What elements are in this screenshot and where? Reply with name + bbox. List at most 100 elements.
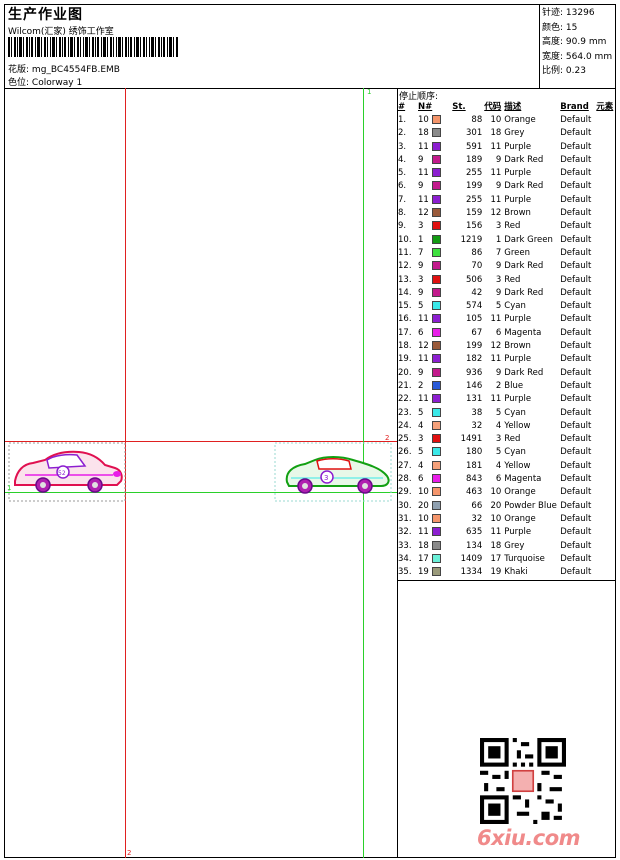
thread-row: 12. 9 70 9 Dark Red Default — [398, 260, 616, 273]
row-element — [596, 367, 616, 380]
row-brand: Default — [560, 208, 592, 219]
col-needle: N# — [418, 102, 433, 112]
thread-row: 11. 7 86 7 Green Default — [398, 247, 616, 260]
row-description: Red — [504, 221, 521, 232]
row-code: 20 — [490, 500, 502, 511]
row-index: 19. — [398, 354, 412, 365]
col-stitches: St. — [452, 102, 466, 112]
left-car: 52 — [14, 450, 123, 493]
row-element — [596, 220, 616, 233]
width-value: 564.0 mm — [565, 51, 613, 62]
row-stitches: 134 — [466, 540, 483, 551]
axis-label-top: 1 — [367, 88, 371, 96]
row-needle: 11 — [418, 354, 429, 365]
row-needle: 11 — [418, 141, 429, 152]
row-swatch — [432, 407, 452, 420]
color-swatch — [432, 394, 442, 404]
axis-label-left: 1 — [7, 484, 11, 492]
row-brand: Default — [560, 168, 592, 179]
row-swatch — [432, 234, 452, 247]
row-index: 16. — [398, 314, 412, 325]
qr-center-seal — [511, 769, 535, 793]
row-stitches: 301 — [466, 128, 483, 139]
row-stitches: 86 — [471, 247, 483, 258]
row-needle: 5 — [418, 407, 424, 418]
row-swatch — [432, 340, 452, 353]
thread-table-header: # N# St. 代码 描述 Brand 元素 — [398, 101, 616, 114]
row-brand: Default — [560, 460, 592, 471]
thread-row: 16. 11 105 11 Purple Default — [398, 313, 616, 326]
row-code: 12 — [490, 341, 502, 352]
row-stitches: 131 — [466, 394, 483, 405]
thread-row: 19. 11 182 11 Purple Default — [398, 353, 616, 366]
row-index: 22. — [398, 394, 412, 405]
row-stitches: 1491 — [460, 434, 483, 445]
row-element — [596, 154, 616, 167]
row-brand: Default — [560, 567, 592, 578]
row-element — [596, 127, 616, 140]
row-index: 30. — [398, 500, 412, 511]
row-stitches: 843 — [466, 474, 483, 485]
row-stitches: 70 — [471, 261, 483, 272]
row-brand: Default — [560, 274, 592, 285]
thread-row: 5. 11 255 11 Purple Default — [398, 167, 616, 180]
row-description: Purple — [504, 194, 532, 205]
row-index: 10. — [398, 234, 412, 245]
row-description: Magenta — [504, 474, 542, 485]
row-needle: 17 — [418, 553, 429, 564]
thread-row: 35. 19 1334 19 Khaki Default — [398, 566, 616, 579]
row-code: 12 — [490, 208, 502, 219]
row-brand: Default — [560, 434, 592, 445]
row-code: 18 — [490, 128, 502, 139]
row-needle: 18 — [418, 540, 429, 551]
row-needle: 10 — [418, 487, 429, 498]
stitches-label: 针迹: — [542, 8, 564, 18]
row-code: 11 — [490, 527, 502, 538]
row-description: Yellow — [504, 460, 531, 471]
color-swatch — [432, 181, 442, 191]
row-element — [596, 407, 616, 420]
row-code: 9 — [495, 181, 502, 192]
design-label: 花版: — [8, 65, 30, 75]
thread-row: 14. 9 42 9 Dark Red Default — [398, 287, 616, 300]
row-element — [596, 553, 616, 566]
row-index: 26. — [398, 447, 412, 458]
row-index: 9. — [398, 221, 407, 232]
row-stitches: 591 — [466, 141, 483, 152]
thread-row: 2. 18 301 18 Grey Default — [398, 127, 616, 140]
row-needle: 11 — [418, 194, 429, 205]
row-needle: 9 — [418, 287, 424, 298]
row-description: Purple — [504, 168, 532, 179]
colorway-line: 色位: Colorway 1 — [8, 75, 82, 88]
thread-row: 26. 5 180 5 Cyan Default — [398, 446, 616, 459]
row-needle: 4 — [418, 420, 424, 431]
row-stitches: 180 — [466, 447, 483, 458]
row-element — [596, 167, 616, 180]
row-stitches: 255 — [466, 194, 483, 205]
row-description: Orange — [504, 513, 536, 524]
col-index: # — [398, 102, 406, 112]
thread-row: 17. 6 67 6 Magenta Default — [398, 327, 616, 340]
row-index: 28. — [398, 474, 412, 485]
thread-table-body: 1. 10 88 10 Orange Default 2. 18 301 18 Grey Defaul… — [398, 114, 616, 579]
row-stitches: 1409 — [460, 553, 483, 564]
col-description: 描述 — [504, 102, 522, 112]
row-needle: 3 — [418, 434, 424, 445]
scale-value: 0.23 — [565, 66, 586, 76]
colorway-value: Colorway 1 — [31, 78, 83, 88]
row-description: Khaki — [504, 567, 528, 578]
thread-row: 29. 10 463 10 Orange Default — [398, 486, 616, 499]
row-code: 3 — [495, 221, 502, 232]
thread-row: 30. 20 66 20 Powder Blue Default — [398, 500, 616, 513]
row-index: 12. — [398, 261, 412, 272]
color-swatch — [432, 367, 442, 377]
row-stitches: 88 — [471, 115, 483, 125]
row-element — [596, 433, 616, 446]
row-description: Orange — [504, 487, 536, 498]
color-swatch — [432, 247, 442, 257]
row-description: Magenta — [504, 327, 542, 338]
row-needle: 18 — [418, 128, 429, 139]
row-code: 18 — [490, 540, 502, 551]
row-code: 9 — [495, 367, 502, 378]
row-code: 2 — [495, 380, 502, 391]
